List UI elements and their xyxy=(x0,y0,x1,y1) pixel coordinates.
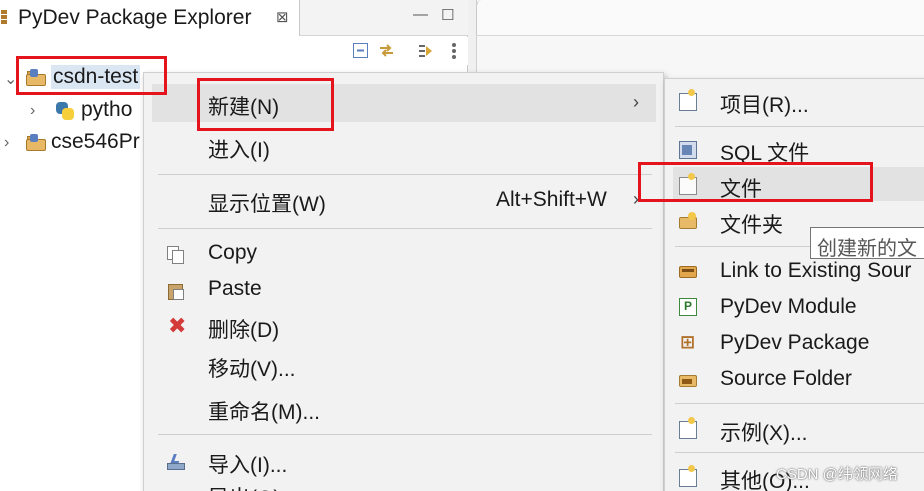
menu-item-accelerator: Alt+Shift+W xyxy=(496,188,607,211)
annotation-box-file xyxy=(638,162,873,202)
tree-item-label: pytho xyxy=(81,98,133,121)
submenu-item-source-folder[interactable]: Source Folder xyxy=(720,367,852,391)
menu-separator xyxy=(675,452,924,453)
tree-item-label: cse546Pr xyxy=(51,130,140,153)
tree-item-cse546[interactable]: › cse546Pr xyxy=(0,128,145,160)
tooltip-text: 创建新的文 xyxy=(817,238,917,260)
chevron-right-icon[interactable]: › xyxy=(4,134,9,152)
submenu-arrow-icon: › xyxy=(633,92,639,112)
submenu-item-example[interactable]: 示例(X)... xyxy=(720,417,808,447)
package-explorer-icon xyxy=(0,10,8,24)
other-icon xyxy=(679,465,697,487)
menu-item-rename[interactable]: 重命名(M)... xyxy=(208,396,320,426)
import-icon xyxy=(167,453,185,471)
pydev-module-icon: P xyxy=(679,298,697,316)
menu-item-paste[interactable]: Paste xyxy=(208,277,262,301)
menu-item-import[interactable]: 导入(I)... xyxy=(208,449,287,479)
minimize-icon[interactable]: — xyxy=(413,6,428,23)
menu-item-go-into[interactable]: 进入(I) xyxy=(208,134,270,164)
link-folder-icon xyxy=(679,262,697,280)
watermark: CSDN @纬领网络 xyxy=(776,466,898,483)
menu-separator xyxy=(158,228,652,229)
example-icon xyxy=(679,417,697,439)
close-tab-icon[interactable]: ⊠ xyxy=(276,8,289,26)
pydev-package-icon: ⊞ xyxy=(680,332,696,352)
menu-separator xyxy=(675,126,924,127)
package-explorer-tab[interactable]: PyDev Package Explorer ⊠ xyxy=(0,0,300,36)
tooltip: 创建新的文 xyxy=(810,227,924,260)
view-tab-title: PyDev Package Explorer xyxy=(18,6,252,29)
delete-icon: ✖ xyxy=(168,313,187,338)
sql-file-icon xyxy=(679,141,697,159)
paste-icon xyxy=(167,282,185,300)
menu-item-copy[interactable]: Copy xyxy=(208,241,257,265)
maximize-icon[interactable]: ☐ xyxy=(441,6,454,24)
focus-icon[interactable] xyxy=(417,42,434,59)
link-with-editor-icon[interactable] xyxy=(378,42,395,59)
annotation-box-project xyxy=(16,56,167,95)
menu-item-export[interactable]: 导出(O)... xyxy=(208,482,298,491)
menu-separator xyxy=(158,434,652,435)
menu-separator xyxy=(675,403,924,404)
submenu-item-folder[interactable]: 文件夹 xyxy=(720,209,783,239)
context-menu: 新建(N) › 进入(I) 显示位置(W) Alt+Shift+W › Copy… xyxy=(143,72,664,491)
python-icon xyxy=(56,102,74,120)
submenu-item-pydev-module[interactable]: PyDev Module xyxy=(720,295,857,319)
menu-separator xyxy=(158,174,652,175)
menu-item-move[interactable]: 移动(V)... xyxy=(208,353,296,383)
submenu-item-link-existing[interactable]: Link to Existing Sour xyxy=(720,259,911,283)
tree-item-python[interactable]: › pytho xyxy=(0,96,145,128)
collapse-all-icon[interactable] xyxy=(352,42,369,59)
submenu-item-project[interactable]: 项目(R)... xyxy=(720,89,809,119)
submenu-item-pydev-package[interactable]: PyDev Package xyxy=(720,331,869,355)
project-icon xyxy=(26,134,48,152)
source-folder-icon xyxy=(679,371,697,389)
editor-tab-bar xyxy=(476,0,924,36)
chevron-right-icon[interactable]: › xyxy=(30,102,35,120)
new-submenu: 项目(R)... SQL 文件 文件 文件夹 Link to Existing … xyxy=(664,78,924,491)
copy-icon xyxy=(167,246,185,264)
new-project-icon xyxy=(679,89,697,111)
view-tab-bar: PyDev Package Explorer ⊠ — ☐ xyxy=(0,0,468,36)
view-menu-icon[interactable] xyxy=(446,42,463,59)
annotation-box-new xyxy=(197,78,334,131)
new-folder-icon xyxy=(679,212,697,230)
menu-item-delete[interactable]: 删除(D) xyxy=(208,314,279,344)
menu-item-show-in[interactable]: 显示位置(W) xyxy=(208,188,326,218)
